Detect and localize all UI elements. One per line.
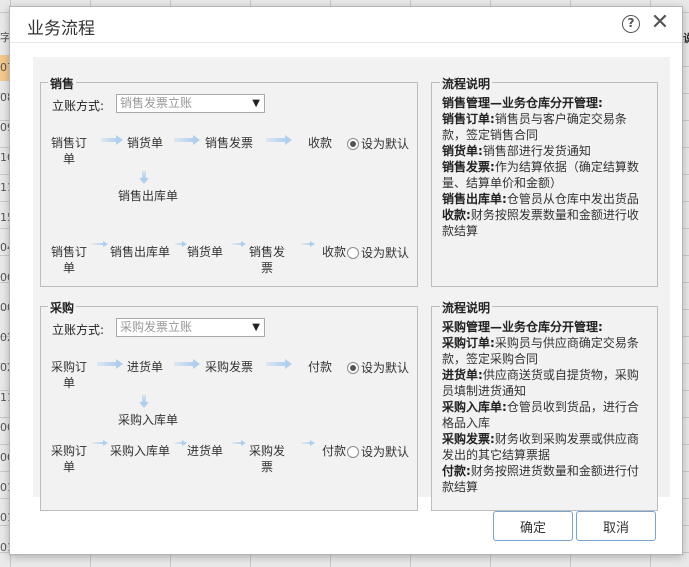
purchase-flow2-default-radio[interactable]: 设为默认 [347,443,409,460]
purchase-legend: 采购 [48,299,77,316]
purchase-description-legend: 流程说明 [440,299,493,316]
sales-flow1-receipt[interactable]: 收款 [305,135,335,151]
description-item: 销售发票:作为结算依据（确定结算数量、结算单价和金额） [442,159,648,191]
cancel-button[interactable]: 取消 [576,511,656,541]
purchase-flow2-invoice[interactable]: 采购发票 [247,443,287,475]
description-term: 进货单: [442,368,483,382]
description-item: 进货单:供应商送货或自提货物，采购员填制进货通知 [442,367,648,399]
sales-legend: 销售 [48,75,77,92]
purchase-flow1-payment[interactable]: 付款 [305,359,335,375]
sales-account-label: 立账方式: [52,99,105,113]
sales-fieldset: 销售 立账方式: 销售发票立账 ▼ 销售订单 销货单 销售发票 收款 设为默认 … [40,75,418,287]
purchase-flow2-default-label: 设为默认 [361,445,410,459]
sales-description-body: 销售管理—业务仓库分开管理: 销售订单:销售员与客户确定交易条款，签定销售合同 … [442,95,648,239]
description-term: 销货单: [442,144,483,158]
radio-checked-icon [347,361,359,374]
description-text: 财务按照进货数量和金额进行付款结算 [442,464,639,494]
dialog-titlebar: 业务流程 ? ✕ [10,7,682,43]
description-item: 付款:财务按照进货数量和金额进行付款结算 [442,463,648,495]
arrow-right-icon [232,241,246,247]
sales-account-value: 销售发票立账 [120,96,193,110]
purchase-description-body: 采购管理—业务仓库分开管理: 采购订单:采购员与供应商确定交易条款，签定采购合同… [442,319,648,495]
radio-unchecked-icon [347,445,359,458]
sales-account-select[interactable]: 销售发票立账 ▼ [116,94,265,113]
description-term: 采购订单: [442,336,495,350]
purchase-description-heading: 采购管理—业务仓库分开管理: [442,320,603,334]
purchase-account-select[interactable]: 采购发票立账 ▼ [116,318,265,337]
purchase-flow1-order[interactable]: 采购订单 [49,359,89,391]
sales-flow1-default-label: 设为默认 [361,137,410,151]
purchase-flow1-inbound[interactable]: 采购入库单 [113,412,183,428]
description-item: 销售出库单:仓管员从仓库中发出货品 [442,191,648,207]
description-text: 财务按照发票数量和金额进行收款结算 [442,208,639,238]
purchase-flow2-receipt-note[interactable]: 进货单 [185,443,225,459]
ok-button[interactable]: 确定 [493,511,573,541]
description-term: 收款: [442,208,471,222]
description-term: 销售发票: [442,160,495,174]
sales-flow2-delivery[interactable]: 销货单 [185,244,225,260]
arrow-right-icon [174,135,200,145]
chevron-down-icon: ▼ [252,322,260,333]
description-text: 销售部进行发货通知 [482,144,591,158]
description-item: 收款:财务按照发票数量和金额进行收款结算 [442,207,648,239]
arrow-right-icon [97,359,123,369]
arrow-down-icon [139,170,149,184]
description-item: 销货单:销售部进行发货通知 [442,143,648,159]
purchase-flow2-inbound[interactable]: 采购入库单 [105,443,175,459]
sales-flow1-default-radio[interactable]: 设为默认 [347,135,409,152]
sales-flow2-default-radio[interactable]: 设为默认 [347,244,409,261]
purchase-account-label: 立账方式: [52,323,105,337]
sales-description-legend: 流程说明 [440,75,493,92]
arrow-down-icon [139,394,149,408]
purchase-flow1-default-label: 设为默认 [361,361,410,375]
close-icon[interactable]: ✕ [650,11,670,35]
purchase-flow2-payment[interactable]: 付款 [319,443,349,459]
radio-unchecked-icon [347,246,359,259]
arrow-right-icon [232,440,246,446]
description-item: 采购订单:采购员与供应商确定交易条款，签定采购合同 [442,335,648,367]
business-flow-dialog: 业务流程 ? ✕ 销售 立账方式: 销售发票立账 ▼ 销售订单 销货单 销售发票… [9,6,683,555]
sales-flow2-receipt[interactable]: 收款 [319,244,349,260]
description-item: 采购发票:财务收到采购发票或供应商发出的其它结算票据 [442,431,648,463]
description-term: 采购发票: [442,432,495,446]
purchase-flow2-order[interactable]: 采购订单 [49,443,89,475]
sales-description-heading: 销售管理—业务仓库分开管理: [442,96,603,110]
sales-flow1-delivery[interactable]: 销货单 [125,135,165,151]
sales-description-panel: 流程说明 销售管理—业务仓库分开管理: 销售订单:销售员与客户确定交易条款，签定… [431,75,658,287]
arrow-right-icon [301,241,315,247]
background-column-header: 说 [683,32,689,44]
description-item: 采购入库单:仓管员收到货品，进行合格品入库 [442,399,648,431]
description-term: 付款: [442,464,471,478]
chevron-down-icon: ▼ [252,98,260,109]
arrow-right-icon [174,359,200,369]
sales-flow2-order[interactable]: 销售订单 [49,244,89,276]
purchase-account-value: 采购发票立账 [120,320,193,334]
purchase-fieldset: 采购 立账方式: 采购发票立账 ▼ 采购订单 进货单 采购发票 付款 设为默认 … [40,299,418,511]
sales-flow1-outbound[interactable]: 销售出库单 [113,188,183,204]
description-term: 销售订单: [442,112,495,126]
dialog-content: 销售 立账方式: 销售发票立账 ▼ 销售订单 销货单 销售发票 收款 设为默认 … [33,57,670,511]
description-item: 销售订单:销售员与客户确定交易条款，签定销售合同 [442,111,648,143]
sales-flow1-invoice[interactable]: 销售发票 [202,135,256,151]
dialog-title: 业务流程 [27,19,95,39]
description-term: 采购入库单: [442,400,507,414]
arrow-right-icon [301,440,315,446]
arrow-right-icon [266,359,292,369]
sales-flow2-outbound[interactable]: 销售出库单 [105,244,175,260]
purchase-flow1-default-radio[interactable]: 设为默认 [347,359,409,376]
purchase-flow1-invoice[interactable]: 采购发票 [202,359,256,375]
description-term: 销售出库单: [442,192,507,206]
radio-checked-icon [347,137,359,150]
arrow-right-icon [266,135,292,145]
description-text: 仓管员从仓库中发出货品 [506,192,639,206]
sales-flow2-invoice[interactable]: 销售发票 [247,244,287,276]
arrow-right-icon [101,135,123,145]
purchase-flow1-receipt-note[interactable]: 进货单 [125,359,165,375]
help-icon[interactable]: ? [622,15,640,33]
sales-flow1-order[interactable]: 销售订单 [49,135,89,167]
sales-flow2-default-label: 设为默认 [361,246,410,260]
purchase-description-panel: 流程说明 采购管理—业务仓库分开管理: 采购订单:采购员与供应商确定交易条款，签… [431,299,658,511]
